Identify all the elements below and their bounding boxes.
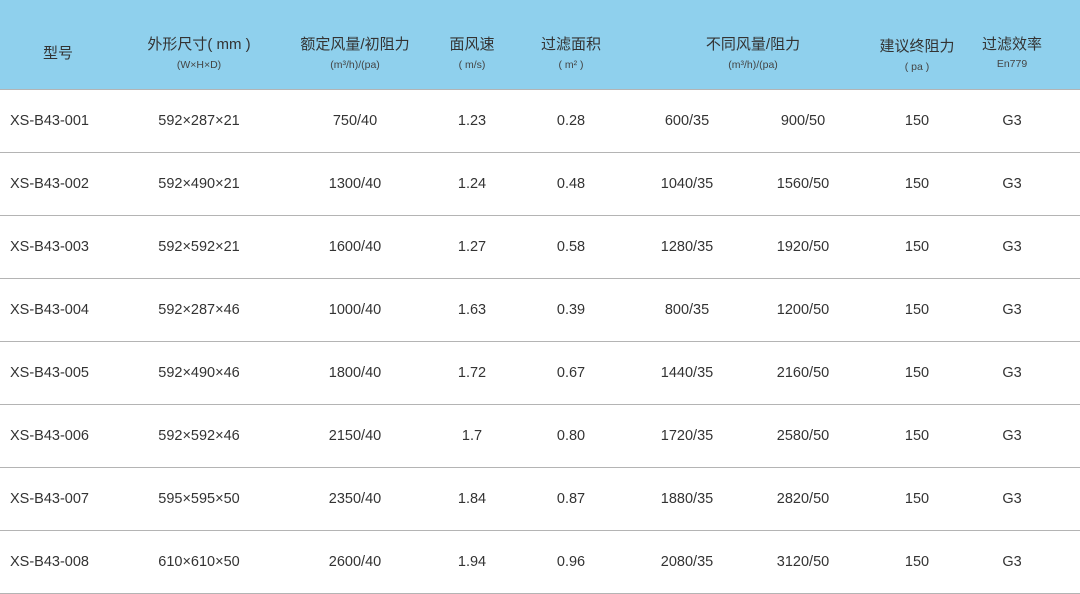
header-diff-label: 不同风量/阻力 [705, 36, 801, 53]
table-row: XS-B43-006 592×592×46 2150/40 1.7 0.80 1720/3… [0, 405, 1080, 468]
airflow-resistance-2-cell: 2580/50 [776, 428, 830, 444]
efficiency-cell: G3 [1002, 365, 1022, 381]
airflow-resistance-2-cell: 900/50 [780, 113, 826, 129]
table-row: XS-B43-003 592×592×21 1600/40 1.27 0.58 1280/… [0, 216, 1080, 279]
header-velocity-label: 面风速 [449, 36, 495, 53]
airflow-resistance-1-cell: 2080/35 [660, 554, 714, 570]
airflow-resistance-2-cell: 1200/50 [776, 302, 830, 318]
filter-area-cell: 0.67 [556, 365, 586, 381]
header-diff-unit: (m³/h)/(pa) [728, 59, 778, 71]
airflow-resistance-2-cell: 1920/50 [776, 239, 830, 255]
table-row: XS-B43-007 595×595×50 2350/40 1.84 0.87 1880/… [0, 468, 1080, 531]
final-resistance-cell: 150 [904, 239, 930, 255]
rated-airflow-cell: 2350/40 [328, 491, 382, 507]
model-cell: XS-B43-008 [10, 554, 89, 570]
airflow-resistance-2-cell: 2160/50 [776, 365, 830, 381]
spec-table: 型号 外形尺寸( mm ) (W×H×D) 额定风量/初阻力 (m³/h)/(p… [0, 0, 1080, 594]
model-cell: XS-B43-001 [10, 113, 89, 129]
airflow-resistance-2-cell: 1560/50 [776, 176, 830, 192]
header-final-unit: ( pa ) [904, 61, 930, 73]
size-cell: 595×595×50 [158, 491, 240, 507]
final-resistance-cell: 150 [904, 302, 930, 318]
table-header: 型号 外形尺寸( mm ) (W×H×D) 额定风量/初阻力 (m³/h)/(p… [0, 0, 1080, 89]
model-cell: XS-B43-005 [10, 365, 89, 381]
final-resistance-cell: 150 [904, 554, 930, 570]
header-velocity-unit: ( m/s) [458, 59, 486, 71]
face-velocity-cell: 1.27 [457, 239, 487, 255]
final-resistance-cell: 150 [904, 491, 930, 507]
header-area-label: 过滤面积 [540, 36, 602, 53]
header-eff-standard: En779 [996, 58, 1028, 70]
header-rated-label: 额定风量/初阻力 [300, 36, 410, 53]
size-cell: 592×287×46 [158, 302, 240, 318]
airflow-resistance-1-cell: 1720/35 [660, 428, 714, 444]
header-size-label: 外形尺寸( mm ) [147, 36, 251, 53]
size-cell: 592×592×46 [158, 428, 240, 444]
final-resistance-cell: 150 [904, 365, 930, 381]
efficiency-cell: G3 [1002, 239, 1022, 255]
efficiency-cell: G3 [1002, 554, 1022, 570]
rated-airflow-cell: 1800/40 [328, 365, 382, 381]
filter-area-cell: 0.87 [556, 491, 586, 507]
header-eff-label: 过滤效率 [981, 36, 1043, 53]
model-cell: XS-B43-006 [10, 428, 89, 444]
rated-airflow-cell: 1000/40 [328, 302, 382, 318]
rated-airflow-cell: 2600/40 [328, 554, 382, 570]
header-area-unit: ( m² ) [558, 59, 584, 71]
airflow-resistance-1-cell: 600/35 [664, 113, 710, 129]
filter-area-cell: 0.58 [556, 239, 586, 255]
rated-airflow-cell: 1600/40 [328, 239, 382, 255]
filter-area-cell: 0.39 [556, 302, 586, 318]
efficiency-cell: G3 [1002, 428, 1022, 444]
efficiency-cell: G3 [1002, 113, 1022, 129]
filter-area-cell: 0.28 [556, 113, 586, 129]
face-velocity-cell: 1.63 [457, 302, 487, 318]
face-velocity-cell: 1.23 [457, 113, 487, 129]
final-resistance-cell: 150 [904, 428, 930, 444]
face-velocity-cell: 1.72 [457, 365, 487, 381]
rated-airflow-cell: 750/40 [332, 113, 378, 129]
size-cell: 592×490×46 [158, 365, 240, 381]
face-velocity-cell: 1.7 [461, 428, 483, 444]
airflow-resistance-1-cell: 1280/35 [660, 239, 714, 255]
header-rated-unit: (m³/h)/(pa) [330, 59, 380, 71]
efficiency-cell: G3 [1002, 491, 1022, 507]
airflow-resistance-1-cell: 1440/35 [660, 365, 714, 381]
model-cell: XS-B43-002 [10, 176, 89, 192]
airflow-resistance-2-cell: 2820/50 [776, 491, 830, 507]
table-row: XS-B43-008 610×610×50 2600/40 1.94 0.96 2080/… [0, 531, 1080, 594]
airflow-resistance-2-cell: 3120/50 [776, 554, 830, 570]
table-row: XS-B43-001 592×287×21 750/40 1.23 0.28 600/35… [0, 90, 1080, 153]
size-cell: 592×592×21 [158, 239, 240, 255]
final-resistance-cell: 150 [904, 113, 930, 129]
header-size-unit: (W×H×D) [176, 59, 222, 71]
model-cell: XS-B43-004 [10, 302, 89, 318]
rated-airflow-cell: 1300/40 [328, 176, 382, 192]
efficiency-cell: G3 [1002, 176, 1022, 192]
rated-airflow-cell: 2150/40 [328, 428, 382, 444]
filter-area-cell: 0.96 [556, 554, 586, 570]
face-velocity-cell: 1.94 [457, 554, 487, 570]
model-cell: XS-B43-007 [10, 491, 89, 507]
final-resistance-cell: 150 [904, 176, 930, 192]
table-row: XS-B43-005 592×490×46 1800/40 1.72 0.67 1440/… [0, 342, 1080, 405]
efficiency-cell: G3 [1002, 302, 1022, 318]
table-row: XS-B43-002 592×490×21 1300/40 1.24 0.48 1040/… [0, 153, 1080, 216]
filter-area-cell: 0.48 [556, 176, 586, 192]
face-velocity-cell: 1.24 [457, 176, 487, 192]
airflow-resistance-1-cell: 1880/35 [660, 491, 714, 507]
header-model-label: 型号 [42, 45, 74, 62]
model-cell: XS-B43-003 [10, 239, 89, 255]
face-velocity-cell: 1.84 [457, 491, 487, 507]
header-final-label: 建议终阻力 [879, 38, 955, 55]
airflow-resistance-1-cell: 800/35 [664, 302, 710, 318]
size-cell: 610×610×50 [158, 554, 240, 570]
filter-area-cell: 0.80 [556, 428, 586, 444]
table-row: XS-B43-004 592×287×46 1000/40 1.63 0.39 800/3… [0, 279, 1080, 342]
size-cell: 592×287×21 [158, 113, 240, 129]
size-cell: 592×490×21 [158, 176, 240, 192]
airflow-resistance-1-cell: 1040/35 [660, 176, 714, 192]
